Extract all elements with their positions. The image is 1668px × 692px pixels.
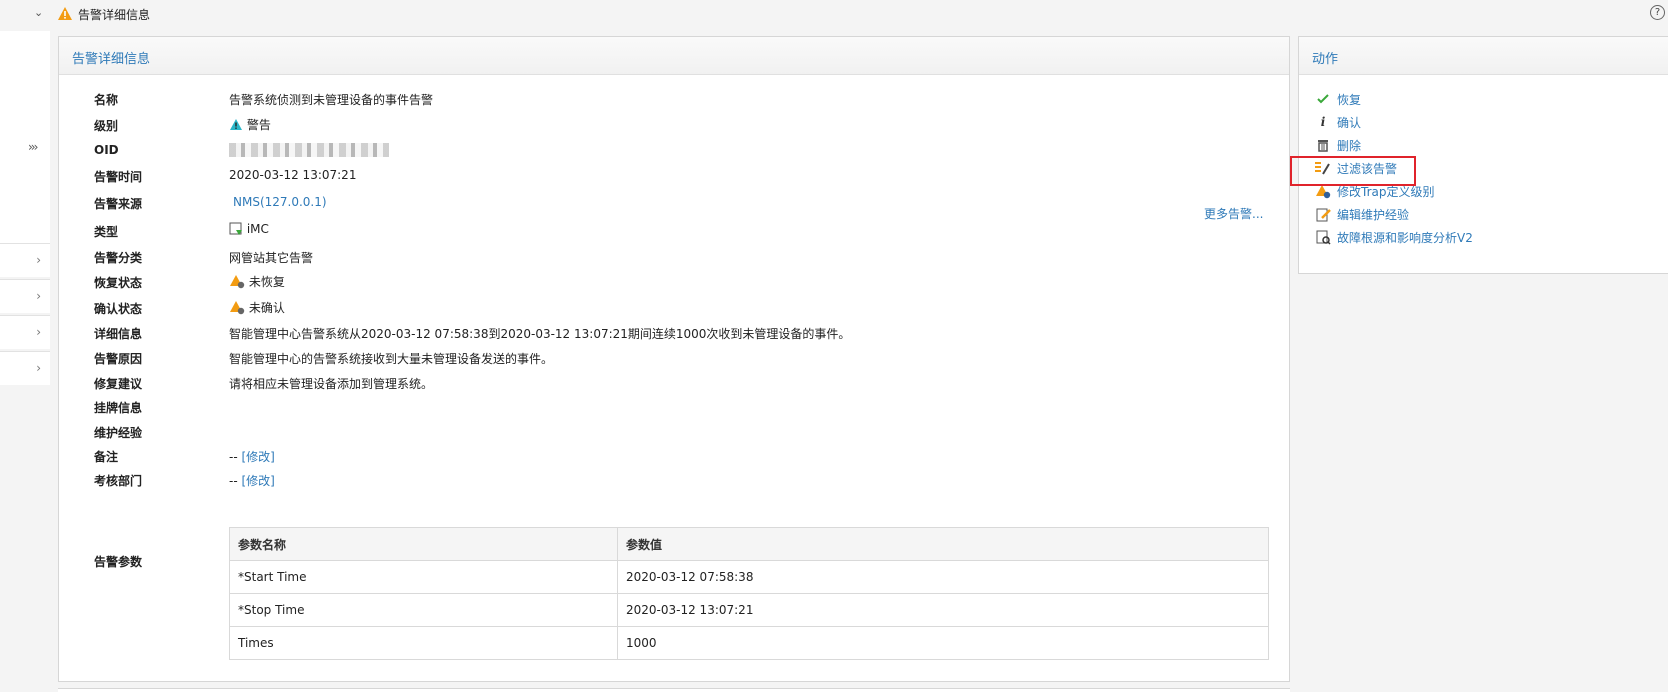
- label-level: 级别: [94, 119, 119, 133]
- edit-icon: [1315, 206, 1331, 222]
- actions-panel: 动作 恢复 i 确认 删除 过滤该告警 修改Trap定义级别 编辑维护经验 故障…: [1298, 36, 1668, 274]
- expand-nav-icon[interactable]: ›››: [28, 140, 39, 154]
- value-category: 网管站其它告警: [229, 251, 314, 265]
- actions-panel-title: 动作: [1299, 37, 1668, 75]
- action-delete[interactable]: 删除: [1315, 135, 1361, 155]
- more-alarms-link[interactable]: 更多告警...: [1204, 205, 1263, 222]
- top-bar: ⌄ 告警详细信息 ?: [0, 0, 1668, 26]
- action-edit-maintenance[interactable]: 编辑维护经验: [1315, 204, 1409, 224]
- value-type: iMC: [229, 222, 269, 240]
- source-link[interactable]: NMS(127.0.0.1): [233, 195, 327, 213]
- table-row: *Start Time 2020-03-12 07:58:38: [229, 560, 1269, 594]
- label-suggestion: 修复建议: [94, 377, 143, 391]
- left-nav-top-block: [0, 31, 50, 253]
- left-nav-item[interactable]: ›: [0, 351, 50, 385]
- info-icon: i: [1320, 115, 1326, 129]
- action-root-cause-analysis[interactable]: 故障根源和影响度分析V2: [1315, 227, 1473, 247]
- alarm-detail-panel-title: 告警详细信息: [59, 37, 1289, 75]
- action-acknowledge[interactable]: i 确认: [1315, 112, 1361, 132]
- level-text: 警告: [246, 118, 271, 132]
- label-source: 告警来源: [94, 197, 143, 211]
- label-oid: OID: [94, 143, 119, 157]
- note-prefix: --: [229, 450, 238, 464]
- dept-prefix: --: [229, 474, 238, 488]
- value-time: 2020-03-12 13:07:21: [229, 168, 357, 182]
- help-icon[interactable]: ?: [1650, 5, 1665, 20]
- label-tag: 挂牌信息: [94, 401, 143, 415]
- dept-edit-link[interactable]: [修改]: [242, 474, 275, 488]
- analysis-icon: [1315, 229, 1331, 245]
- alarm-detail-panel: 告警详细信息 名称 告警系统侦测到未管理设备的事件告警 级别 警告 OID 告警…: [58, 36, 1290, 682]
- recovery-text: 未恢复: [248, 275, 285, 289]
- table-row: *Stop Time 2020-03-12 13:07:21: [229, 593, 1269, 627]
- label-params: 告警参数: [94, 555, 143, 569]
- param-table-header: 参数名称 参数值: [229, 527, 1269, 561]
- param-name-header: 参数名称: [229, 527, 618, 561]
- label-reason: 告警原因: [94, 352, 143, 366]
- action-restore[interactable]: 恢复: [1315, 89, 1361, 109]
- param-value-cell: 2020-03-12 07:58:38: [617, 560, 1269, 594]
- label-detail: 详细信息: [94, 327, 143, 341]
- value-oid-blurred: [229, 142, 389, 160]
- left-nav-item[interactable]: ›: [0, 243, 50, 277]
- label-recovery: 恢复状态: [94, 276, 143, 290]
- unacknowledged-icon: [230, 301, 245, 315]
- chevron-right-icon: ›: [36, 289, 41, 303]
- label-type: 类型: [94, 225, 119, 239]
- blurred-oid: [229, 142, 389, 157]
- param-name-cell: *Start Time: [229, 560, 618, 594]
- param-value-cell: 2020-03-12 13:07:21: [617, 593, 1269, 627]
- action-label: 确认: [1337, 115, 1362, 130]
- label-note: 备注: [94, 450, 119, 464]
- warning-level-icon: [230, 119, 242, 130]
- collapse-chevron-icon[interactable]: ⌄: [34, 6, 43, 19]
- label-maintenance: 维护经验: [94, 426, 143, 440]
- param-table: 参数名称 参数值 *Start Time 2020-03-12 07:58:38…: [229, 527, 1269, 660]
- value-reason: 智能管理中心的告警系统接收到大量未管理设备发送的事件。: [229, 352, 554, 366]
- type-text: iMC: [246, 222, 269, 236]
- left-nav-item[interactable]: ›: [0, 279, 50, 313]
- value-note: -- [修改]: [229, 448, 275, 466]
- imc-icon: [229, 222, 242, 235]
- left-nav: ››› › › › ›: [0, 28, 50, 692]
- note-edit-link[interactable]: [修改]: [242, 450, 275, 464]
- chevron-right-icon: ›: [36, 325, 41, 339]
- label-ack: 确认状态: [94, 302, 143, 316]
- action-label: 故障根源和影响度分析V2: [1337, 230, 1473, 245]
- left-nav-item[interactable]: ›: [0, 315, 50, 349]
- value-level: 警告: [229, 116, 271, 134]
- value-suggestion: 请将相应未管理设备添加到管理系统。: [229, 377, 434, 391]
- next-panel-edge: [58, 688, 1290, 692]
- value-dept: -- [修改]: [229, 472, 275, 490]
- param-name-cell: *Stop Time: [229, 593, 618, 627]
- check-icon: [1315, 91, 1331, 107]
- label-category: 告警分类: [94, 251, 143, 265]
- unrecovered-icon: [230, 275, 245, 289]
- param-value-cell: 1000: [617, 626, 1269, 660]
- table-row: Times 1000: [229, 626, 1269, 660]
- value-ack: 未确认: [229, 299, 285, 317]
- chevron-right-icon: ›: [36, 253, 41, 267]
- action-label: 删除: [1337, 138, 1362, 153]
- highlight-box: [1290, 156, 1416, 186]
- action-label: 编辑维护经验: [1337, 207, 1410, 222]
- label-time: 告警时间: [94, 170, 143, 184]
- label-dept: 考核部门: [94, 474, 143, 488]
- trash-icon: [1315, 137, 1331, 153]
- warning-icon: [57, 6, 73, 24]
- param-value-header: 参数值: [617, 527, 1269, 561]
- ack-text: 未确认: [248, 301, 285, 315]
- chevron-right-icon: ›: [36, 361, 41, 375]
- value-recovery: 未恢复: [229, 273, 285, 291]
- label-name: 名称: [94, 93, 119, 107]
- value-detail: 智能管理中心告警系统从2020-03-12 07:58:38到2020-03-1…: [229, 327, 851, 341]
- page-title: 告警详细信息: [78, 8, 151, 22]
- param-name-cell: Times: [229, 626, 618, 660]
- action-label: 恢复: [1337, 92, 1362, 107]
- value-name: 告警系统侦测到未管理设备的事件告警: [229, 93, 434, 107]
